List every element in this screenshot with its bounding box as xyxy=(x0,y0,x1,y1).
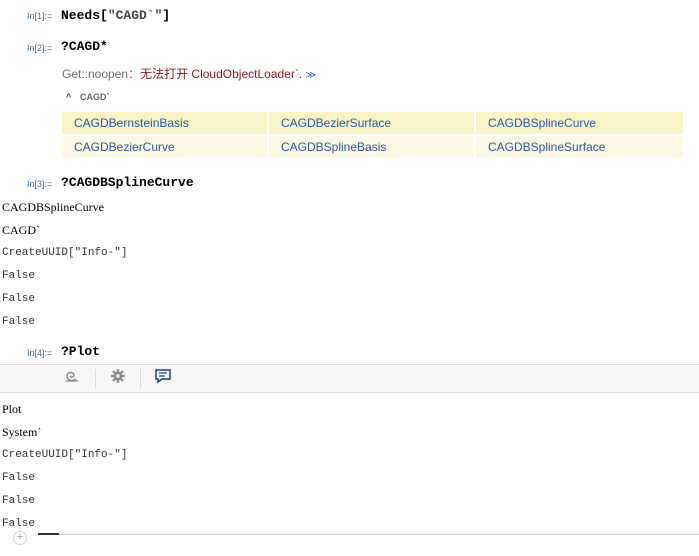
symbol-link[interactable]: CAGDBezierCurve xyxy=(62,136,267,158)
output-flag: False xyxy=(2,495,36,507)
input-label-3: In[3]:= xyxy=(27,179,53,189)
output-flag: False xyxy=(2,518,36,530)
symbol-link[interactable]: CAGDBSplineSurface xyxy=(476,136,683,158)
package-group-name: CAGD` xyxy=(80,92,110,102)
message-text: 无法打开 CloudObjectLoader`. xyxy=(140,67,303,81)
output-flag: False xyxy=(2,316,36,328)
output-flag: False xyxy=(2,472,36,484)
input-code: Needs[ xyxy=(61,8,108,23)
gear-icon[interactable] xyxy=(106,368,130,388)
wolfram-cloud-icon[interactable] xyxy=(60,368,84,388)
speech-bubble-icon[interactable] xyxy=(151,368,175,388)
collapse-caret-icon[interactable]: ^ xyxy=(66,92,71,102)
output-flag: False xyxy=(2,293,36,305)
output-symbol-name: Plot xyxy=(2,402,22,416)
input-cell-2[interactable]: ?CAGD* xyxy=(61,39,108,54)
input-cell-3[interactable]: ?CAGDBSplineCurve xyxy=(61,175,194,190)
error-message: Get::noopen：无法打开 CloudObjectLoader`. ≫ xyxy=(62,65,316,82)
symbol-link[interactable]: CAGDBSplineBasis xyxy=(269,136,474,158)
input-label-2: In[2]:= xyxy=(27,43,53,53)
toolbar-divider xyxy=(140,369,141,388)
cell-insertion-line xyxy=(36,534,699,535)
symbol-link[interactable]: CAGDBezierSurface xyxy=(269,112,474,134)
cell-insertion-cursor xyxy=(38,533,59,535)
input-string: "CAGD`" xyxy=(107,8,163,23)
message-separator: ： xyxy=(128,67,141,81)
output-uuid: CreateUUID["Info-"] xyxy=(2,449,128,461)
input-code: ] xyxy=(162,8,171,23)
output-context: System` xyxy=(2,425,42,439)
input-cell-1[interactable]: Needs["CAGD`"] xyxy=(61,8,170,23)
input-label-4: In[4]:= xyxy=(27,348,53,358)
toolbar-divider xyxy=(95,369,96,388)
insert-cell-button[interactable]: + xyxy=(13,531,27,545)
input-cell-4[interactable]: ?Plot xyxy=(61,344,100,359)
output-uuid: CreateUUID["Info-"] xyxy=(2,247,128,259)
symbol-link[interactable]: CAGDBSplineCurve xyxy=(476,112,683,134)
message-more-link[interactable]: ≫ xyxy=(306,70,316,81)
suggestions-toolbar xyxy=(0,364,699,393)
output-context: CAGD` xyxy=(2,223,40,237)
output-flag: False xyxy=(2,270,36,282)
output-symbol-name: CAGDBSplineCurve xyxy=(2,200,104,214)
input-label-1: In[1]:= xyxy=(27,11,53,21)
symbol-table: CAGDBernsteinBasis CAGDBezierSurface CAG… xyxy=(62,112,683,158)
symbol-link[interactable]: CAGDBernsteinBasis xyxy=(62,112,267,134)
message-name: Get::noopen xyxy=(62,67,129,81)
